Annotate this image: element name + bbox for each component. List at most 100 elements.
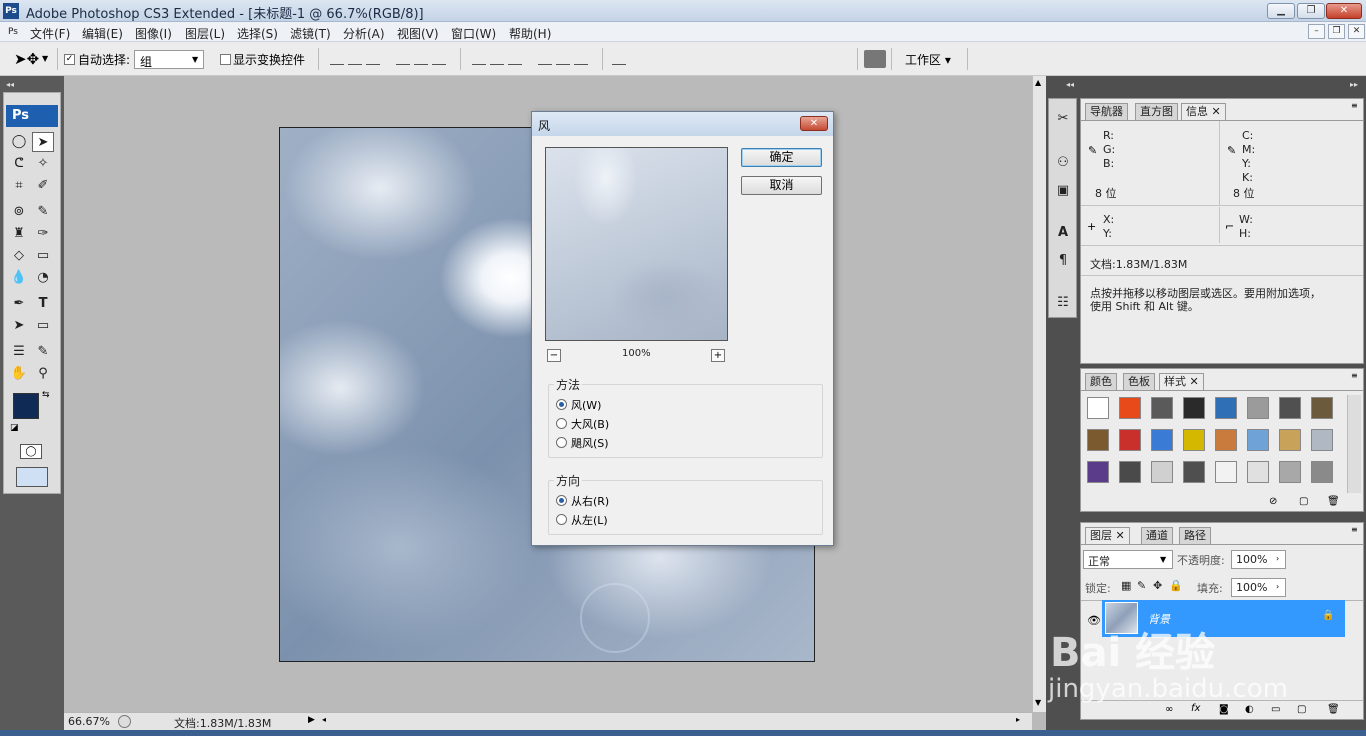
scroll-up-icon[interactable]: ▲ — [1035, 78, 1041, 87]
style-swatch[interactable] — [1215, 429, 1237, 451]
style-swatch[interactable] — [1087, 461, 1109, 483]
style-swatch[interactable] — [1183, 429, 1205, 451]
lock-position-icon[interactable]: ✥ — [1153, 579, 1162, 592]
auto-select-dropdown[interactable]: 组 ▼ — [134, 50, 204, 69]
align-right-icon[interactable] — [432, 54, 446, 65]
lock-image-icon[interactable]: ✎ — [1137, 579, 1146, 592]
tab-paths[interactable]: 路径 — [1179, 527, 1211, 544]
brushes-icon[interactable]: ⚇ — [1052, 153, 1074, 173]
tab-color[interactable]: 颜色 — [1085, 373, 1117, 390]
distribute-top-icon[interactable] — [472, 54, 486, 65]
lasso-tool-icon[interactable]: ᕦ — [8, 154, 30, 174]
tab-navigator[interactable]: 导航器 — [1085, 103, 1128, 120]
new-layer-icon[interactable]: ▢ — [1297, 704, 1306, 715]
screen-mode-icon[interactable] — [16, 467, 48, 487]
scroll-right-icon[interactable]: ▸ — [1016, 715, 1020, 724]
style-swatch[interactable] — [1279, 461, 1301, 483]
style-swatch[interactable] — [1215, 461, 1237, 483]
status-info-icon[interactable] — [118, 715, 131, 728]
align-vcenter-icon[interactable] — [348, 54, 362, 65]
direction-right-radio[interactable] — [556, 495, 567, 506]
styles-scrollbar[interactable] — [1347, 395, 1361, 493]
new-group-icon[interactable]: ▭ — [1271, 704, 1280, 715]
character-icon[interactable]: A — [1052, 223, 1074, 243]
notes-tool-icon[interactable]: ☰ — [8, 342, 30, 362]
zoom-tool-icon[interactable]: ⚲ — [32, 364, 54, 384]
panel-menu-icon[interactable]: ≡ — [1351, 525, 1358, 534]
marquee-tool-icon[interactable]: ◯ — [8, 132, 30, 152]
style-swatch[interactable] — [1279, 429, 1301, 451]
zoom-out-button[interactable]: − — [547, 349, 561, 362]
align-left-icon[interactable] — [396, 54, 410, 65]
tab-layers[interactable]: 图层 ✕ — [1085, 527, 1130, 544]
distribute-right-icon[interactable] — [574, 54, 588, 65]
method-wind-label[interactable]: 风(W) — [571, 397, 601, 413]
distribute-vcenter-icon[interactable] — [490, 54, 504, 65]
method-blast-label[interactable]: 大风(B) — [571, 416, 609, 432]
style-swatch[interactable] — [1151, 397, 1173, 419]
menu-image[interactable]: 图像(I) — [135, 25, 172, 42]
dialog-title-bar[interactable]: 风 ✕ — [532, 112, 833, 136]
filter-preview[interactable] — [545, 147, 728, 341]
gradient-tool-icon[interactable]: ▭ — [32, 246, 54, 266]
style-swatch[interactable] — [1151, 461, 1173, 483]
tools-preset-icon[interactable]: ✂ — [1052, 109, 1074, 129]
layer-comps-icon[interactable]: ☷ — [1052, 293, 1074, 313]
tab-info[interactable]: 信息 ✕ — [1181, 103, 1226, 120]
eraser-tool-icon[interactable]: ◇ — [8, 246, 30, 266]
path-select-icon[interactable]: ➤ — [8, 316, 30, 336]
style-swatch[interactable] — [1311, 461, 1333, 483]
ps-doc-icon[interactable]: Ps — [8, 27, 18, 37]
hand-tool-icon[interactable]: ✋ — [8, 364, 30, 384]
healing-brush-icon[interactable]: ⊚ — [8, 202, 30, 222]
panel-menu-icon[interactable]: ≡ — [1351, 371, 1358, 380]
direction-left-radio[interactable] — [556, 514, 567, 525]
canvas-vertical-scrollbar[interactable]: ▲ ▼ — [1032, 76, 1046, 712]
style-swatch[interactable] — [1119, 397, 1141, 419]
brush-tool-icon[interactable]: ✎ — [32, 202, 54, 222]
doc-minimize-button[interactable]: – — [1308, 24, 1325, 39]
doc-restore-button[interactable]: ❐ — [1328, 24, 1345, 39]
menu-edit[interactable]: 编辑(E) — [82, 25, 123, 42]
show-transform-checkbox[interactable] — [220, 54, 231, 65]
distribute-hcenter-icon[interactable] — [556, 54, 570, 65]
tab-styles[interactable]: 样式 ✕ — [1159, 373, 1204, 390]
style-swatch[interactable] — [1119, 429, 1141, 451]
style-swatch[interactable] — [1183, 397, 1205, 419]
menu-view[interactable]: 视图(V) — [397, 25, 439, 42]
minimize-button[interactable]: ▁ — [1267, 3, 1295, 19]
style-swatch[interactable] — [1215, 397, 1237, 419]
direction-left-label[interactable]: 从左(L) — [571, 512, 608, 528]
blend-mode-dropdown[interactable]: 正常 ▼ — [1083, 550, 1173, 569]
lock-transparency-icon[interactable]: ▦ — [1121, 579, 1131, 592]
collapse-toolbox-icon[interactable]: ◂◂ — [6, 80, 14, 89]
fill-input[interactable]: 100% › — [1231, 578, 1286, 597]
align-top-icon[interactable] — [330, 54, 344, 65]
align-hcenter-icon[interactable] — [414, 54, 428, 65]
distribute-bottom-icon[interactable] — [508, 54, 522, 65]
slice-tool-icon[interactable]: ✐ — [32, 176, 54, 196]
eyedropper-tool-icon[interactable]: ✎ — [32, 342, 54, 362]
auto-select-checkbox[interactable]: ✓ — [64, 54, 75, 65]
foreground-color-swatch[interactable] — [13, 393, 39, 419]
pen-tool-icon[interactable]: ✒ — [8, 294, 30, 314]
type-tool-icon[interactable]: T — [32, 294, 54, 314]
quick-mask-icon[interactable]: ◯ — [20, 444, 42, 459]
menu-layer[interactable]: 图层(L) — [185, 25, 225, 42]
dialog-close-icon[interactable]: ✕ — [800, 116, 828, 131]
dodge-tool-icon[interactable]: ◔ — [32, 268, 54, 288]
status-menu-arrow-icon[interactable]: ▶ — [308, 715, 315, 725]
method-wind-radio[interactable] — [556, 399, 567, 410]
rectangle-tool-icon[interactable]: ▭ — [32, 316, 54, 336]
link-layers-icon[interactable]: ∞ — [1165, 704, 1173, 715]
style-swatch[interactable] — [1087, 397, 1109, 419]
magic-wand-icon[interactable]: ✧ — [32, 154, 54, 174]
panel-menu-icon[interactable]: ≡ — [1351, 101, 1358, 110]
tab-swatches[interactable]: 色板 — [1123, 373, 1155, 390]
clone-stamp-icon[interactable]: ♜ — [8, 224, 30, 244]
bridge-icon[interactable] — [864, 50, 886, 68]
doc-close-button[interactable]: ✕ — [1348, 24, 1365, 39]
move-tool-icon[interactable]: ➤✥ — [14, 50, 39, 68]
style-swatch[interactable] — [1247, 461, 1269, 483]
style-swatch[interactable] — [1247, 429, 1269, 451]
